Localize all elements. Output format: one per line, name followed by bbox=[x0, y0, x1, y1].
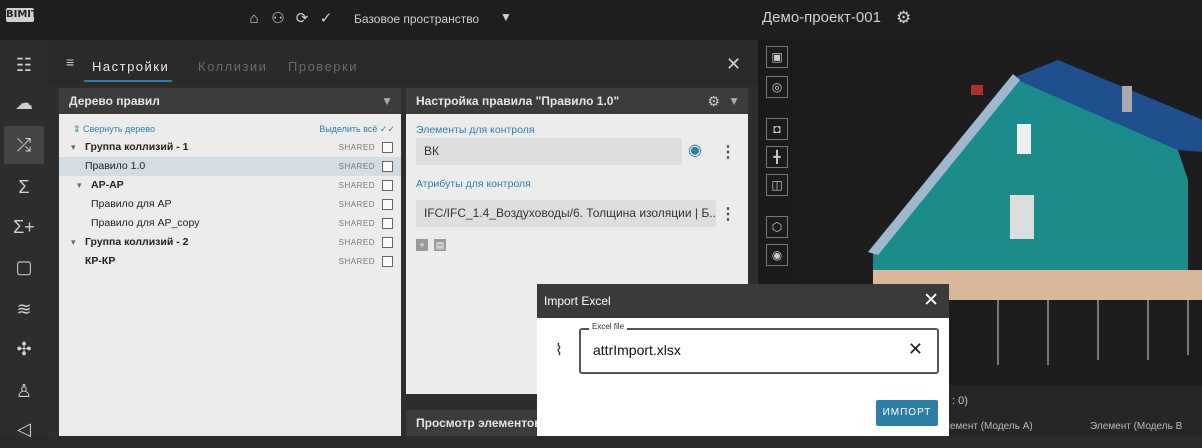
collapse-tree-link[interactable]: ⇕ Свернуть дерево bbox=[73, 124, 155, 135]
more-icon[interactable]: ⋮ bbox=[720, 204, 736, 224]
rule-settings-header: Настройка правила "Правило 1.0" ⚙ ▼ bbox=[406, 88, 748, 114]
tree-icon[interactable]: ☷ bbox=[4, 46, 44, 84]
project-title: Демо-проект-001 bbox=[762, 9, 881, 26]
top-bar: BIMIT ⌂ ⚇ ⟳ ✓ Базовое пространство ▼ Дем… bbox=[0, 0, 1202, 40]
tree-row[interactable]: ▾ Группа коллизий - 1 SHARED bbox=[59, 138, 401, 157]
tree-row-label: Правило 1.0 bbox=[85, 160, 146, 172]
file-icon[interactable]: ▤ bbox=[434, 239, 446, 251]
logo: BIMIT bbox=[6, 8, 38, 22]
shared-checkbox[interactable] bbox=[382, 218, 393, 229]
tree-row[interactable]: Правило для АР SHARED bbox=[59, 195, 401, 214]
sum-plus-icon[interactable]: Σ+ bbox=[4, 208, 44, 246]
send-icon[interactable]: ◁ bbox=[4, 410, 44, 448]
shared-label: SHARED bbox=[338, 181, 375, 190]
shared-checkbox[interactable] bbox=[382, 180, 393, 191]
close-icon[interactable]: ✕ bbox=[726, 54, 741, 75]
tab-checks[interactable]: Проверки bbox=[288, 59, 358, 74]
shared-checkbox[interactable] bbox=[382, 237, 393, 248]
tree-row[interactable]: Правило 1.0 SHARED bbox=[59, 157, 401, 176]
attributes-label: Атрибуты для контроля bbox=[416, 178, 531, 190]
puzzle-icon[interactable]: ✣ bbox=[4, 330, 44, 368]
file-name-value: attrImport.xlsx bbox=[593, 342, 681, 358]
attributes-field[interactable]: IFC/IFC_1.4_Воздуховоды/6. Толщина изоля… bbox=[416, 200, 716, 227]
select-all-link[interactable]: Выделить всё ✓✓ bbox=[319, 124, 395, 135]
active-tab-indicator bbox=[84, 80, 172, 82]
collisions-count: : 0) bbox=[952, 395, 968, 407]
briefcase-icon[interactable]: ⌂ bbox=[245, 10, 263, 28]
tab-settings[interactable]: Настройки bbox=[92, 59, 169, 74]
tree-actions: ⇕ Свернуть дерево Выделить всё ✓✓ bbox=[59, 122, 401, 136]
chevron-down-icon[interactable]: ▾ bbox=[71, 138, 76, 157]
gear-icon[interactable]: ⚙ bbox=[707, 88, 720, 114]
import-button[interactable]: ИМПОРТ bbox=[876, 400, 938, 426]
more-icon[interactable]: ⋮ bbox=[720, 142, 736, 162]
shared-label: SHARED bbox=[338, 238, 375, 247]
chevron-down-icon[interactable]: ▾ bbox=[77, 176, 82, 195]
collisions-table-header: : 0) лемент (Модель А) Элемент (Модель В bbox=[938, 385, 1202, 436]
excel-file-label: Excel file bbox=[589, 322, 628, 331]
column-model-b[interactable]: Элемент (Модель В bbox=[1090, 421, 1182, 432]
shuffle-icon[interactable]: ⤮ bbox=[4, 126, 44, 164]
sum-icon[interactable]: Σ bbox=[4, 168, 44, 206]
rule-tree: ⇕ Свернуть дерево Выделить всё ✓✓ ▾ Груп… bbox=[59, 114, 401, 436]
dialog-header: Import Excel ✕ bbox=[537, 284, 949, 318]
chevron-down-icon[interactable]: ▼ bbox=[500, 10, 512, 24]
tree-row-label: Правило для АР_copy bbox=[91, 217, 200, 229]
select-all-label: Выделить всё bbox=[319, 124, 378, 134]
import-excel-dialog: Import Excel ✕ ⌇ Excel file attrImport.x… bbox=[537, 284, 949, 436]
dialog-title: Import Excel bbox=[544, 294, 611, 308]
tree-row[interactable]: ▾ АР-АР SHARED bbox=[59, 176, 401, 195]
tree-row-label: АР-АР bbox=[91, 179, 124, 191]
space-selector[interactable]: Базовое пространство bbox=[354, 12, 479, 26]
top-toolbar: ⌂ ⚇ ⟳ ✓ bbox=[245, 10, 335, 28]
rule-tree-title: Дерево правил bbox=[69, 94, 160, 108]
org-chart-icon[interactable]: ⚇ bbox=[269, 10, 287, 28]
paperclip-icon[interactable]: ⌇ bbox=[555, 340, 563, 360]
shared-label: SHARED bbox=[338, 257, 375, 266]
tree-row[interactable]: Правило для АР_copy SHARED bbox=[59, 214, 401, 233]
chart-icon[interactable]: ≋ bbox=[4, 290, 44, 328]
shared-label: SHARED bbox=[338, 162, 375, 171]
shared-checkbox[interactable] bbox=[382, 142, 393, 153]
menu-icon[interactable]: ≡ bbox=[66, 54, 74, 70]
check-circle-icon[interactable]: ✓ bbox=[317, 10, 335, 28]
shared-label: SHARED bbox=[338, 200, 375, 209]
tree-row-label: Группа коллизий - 1 bbox=[85, 141, 189, 153]
shared-label: SHARED bbox=[338, 143, 375, 152]
add-icon[interactable]: + bbox=[416, 239, 428, 251]
dialog-body: ⌇ Excel file attrImport.xlsx ✕ ИМПОРТ bbox=[545, 318, 941, 436]
close-icon[interactable]: ✕ bbox=[923, 284, 939, 318]
elements-label: Элементы для контроля bbox=[416, 124, 535, 136]
clear-icon[interactable]: ✕ bbox=[908, 339, 923, 360]
eye-icon[interactable]: ◉ bbox=[688, 141, 708, 161]
tree-row-label: Правило для АР bbox=[91, 198, 172, 210]
lightbulb-icon[interactable]: ☁ bbox=[4, 84, 44, 122]
collapse-tree-label: Свернуть дерево bbox=[83, 124, 155, 134]
left-sidebar: ☷ ☁ ⤮ Σ Σ+ ▢ ≋ ✣ ♙ ◁ bbox=[0, 40, 48, 439]
tree-row-label: Группа коллизий - 2 bbox=[85, 236, 189, 248]
tree-row-label: КР-КР bbox=[85, 255, 116, 267]
shared-checkbox[interactable] bbox=[382, 199, 393, 210]
column-model-a[interactable]: лемент (Модель А) bbox=[944, 421, 1033, 432]
user-check-icon[interactable]: ♙ bbox=[4, 372, 44, 410]
gear-icon[interactable]: ⚙ bbox=[896, 8, 911, 28]
elements-field[interactable]: ВК bbox=[416, 138, 682, 165]
2d-icon[interactable]: ▢ bbox=[4, 248, 44, 286]
tree-row[interactable]: КР-КР SHARED bbox=[59, 252, 401, 271]
shared-label: SHARED bbox=[338, 219, 375, 228]
shared-checkbox[interactable] bbox=[382, 161, 393, 172]
tab-collisions[interactable]: Коллизии bbox=[198, 59, 267, 74]
chevron-down-icon[interactable]: ▼ bbox=[381, 88, 393, 114]
gear-cycle-icon[interactable]: ⟳ bbox=[293, 10, 311, 28]
tab-bar: ≡ Настройки Коллизии Проверки ✕ bbox=[48, 40, 758, 84]
rule-tree-header[interactable]: Дерево правил ▼ bbox=[59, 88, 401, 114]
chevron-down-icon[interactable]: ▾ bbox=[71, 233, 76, 252]
shared-checkbox[interactable] bbox=[382, 256, 393, 267]
rule-settings-title: Настройка правила "Правило 1.0" bbox=[416, 94, 620, 108]
chevron-down-icon[interactable]: ▼ bbox=[728, 88, 740, 114]
excel-file-field[interactable]: Excel file attrImport.xlsx ✕ bbox=[579, 322, 939, 374]
tree-row[interactable]: ▾ Группа коллизий - 2 SHARED bbox=[59, 233, 401, 252]
